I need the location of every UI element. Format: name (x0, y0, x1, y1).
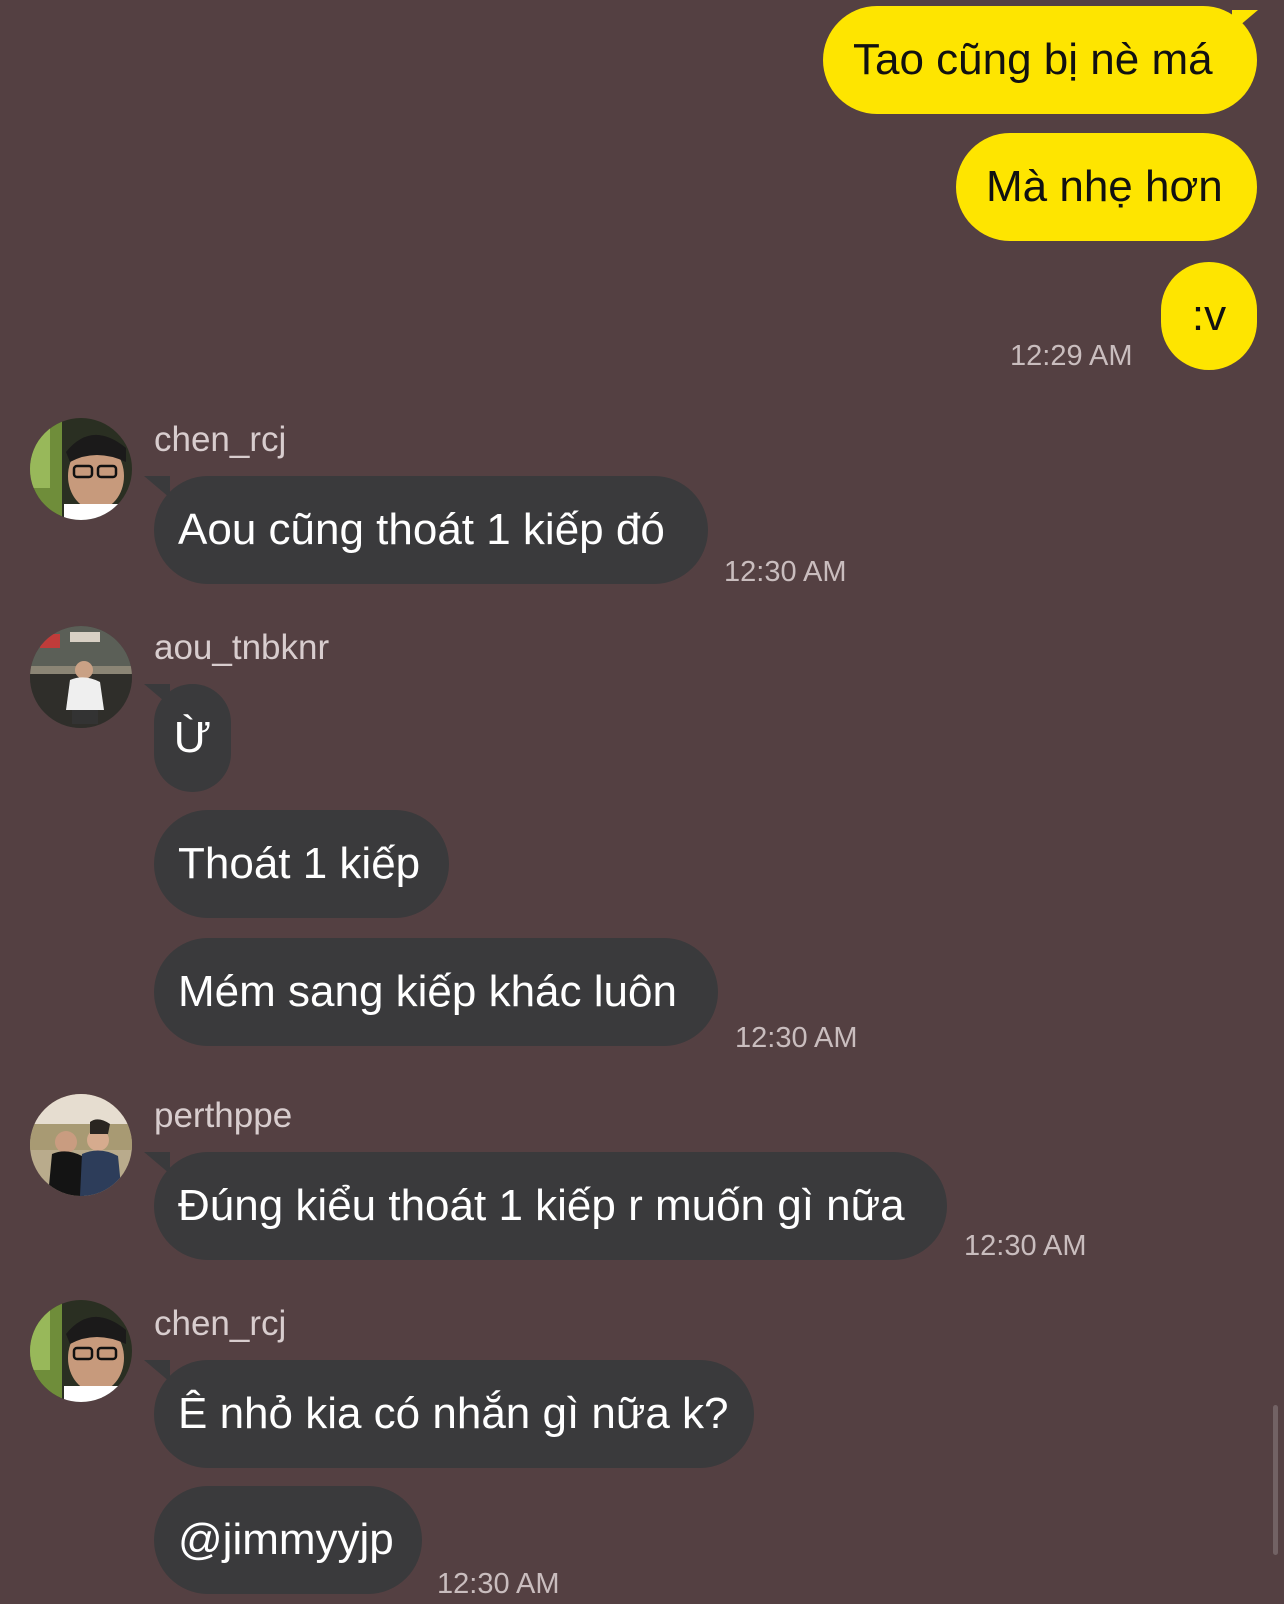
message-timestamp: 12:30 AM (437, 1568, 560, 1600)
sender-name[interactable]: perthppe (154, 1096, 292, 1136)
avatar-photo-icon (30, 418, 132, 520)
scrollbar[interactable] (1273, 1405, 1278, 1555)
incoming-message[interactable]: Thoát 1 kiếp (154, 810, 449, 918)
message-timestamp: 12:29 AM (1010, 340, 1133, 372)
sender-name[interactable]: chen_rcj (154, 420, 286, 460)
avatar-photo-icon (30, 626, 132, 728)
outgoing-message[interactable]: Tao cũng bị nè má (823, 6, 1257, 114)
message-timestamp: 12:30 AM (735, 1022, 858, 1054)
incoming-message[interactable]: Mém sang kiếp khác luôn (154, 938, 718, 1046)
avatar-photo-icon (30, 1300, 132, 1402)
sender-name[interactable]: aou_tnbknr (154, 628, 329, 668)
message-timestamp: 12:30 AM (724, 556, 847, 588)
incoming-message[interactable]: Ừ (154, 684, 231, 792)
avatar[interactable] (30, 1300, 132, 1402)
incoming-message[interactable]: Đúng kiểu thoát 1 kiếp r muốn gì nữa (154, 1152, 947, 1260)
avatar[interactable] (30, 1094, 132, 1196)
incoming-message[interactable]: @jimmyyjp (154, 1486, 422, 1594)
outgoing-message[interactable]: Mà nhẹ hơn (956, 133, 1257, 241)
avatar[interactable] (30, 418, 132, 520)
avatar-photo-icon (30, 1094, 132, 1196)
incoming-message[interactable]: Ê nhỏ kia có nhắn gì nữa k? (154, 1360, 754, 1468)
chat-thread[interactable]: Tao cũng bị nè má Mà nhẹ hơn :v 12:29 AM… (0, 0, 1284, 1604)
avatar[interactable] (30, 626, 132, 728)
message-timestamp: 12:30 AM (964, 1230, 1087, 1262)
incoming-message[interactable]: Aou cũng thoát 1 kiếp đó (154, 476, 708, 584)
sender-name[interactable]: chen_rcj (154, 1304, 286, 1344)
outgoing-message[interactable]: :v (1161, 262, 1257, 370)
